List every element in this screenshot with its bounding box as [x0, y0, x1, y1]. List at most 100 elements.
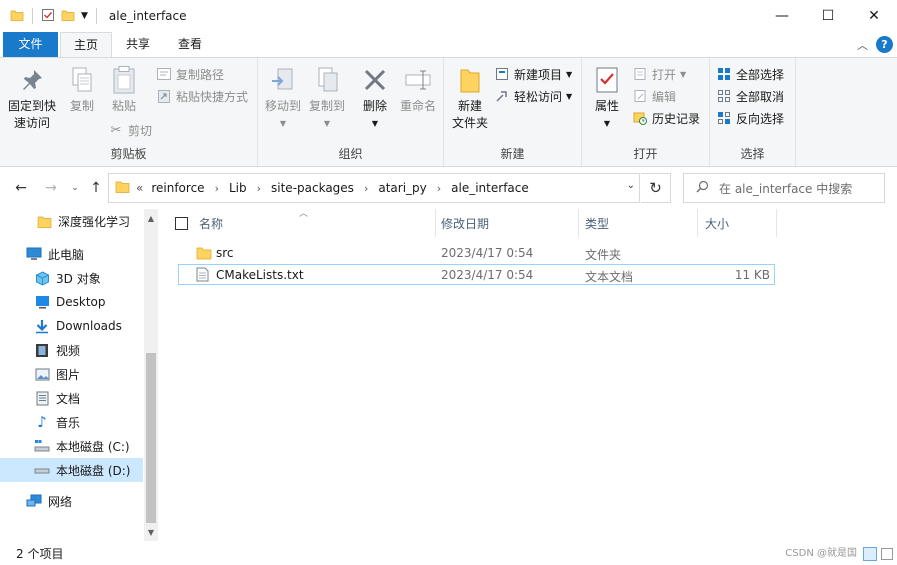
column-header-type[interactable]: 类型: [585, 209, 697, 237]
breadcrumb-separator-icon[interactable]: ›: [437, 182, 441, 195]
nav-item-pictures[interactable]: 图片: [0, 362, 143, 386]
nav-item-deep-rl-folder[interactable]: 深度强化学习: [0, 209, 143, 233]
nav-item-this-pc[interactable]: 此电脑: [0, 242, 143, 266]
collapse-ribbon-icon[interactable]: ︿: [857, 37, 868, 53]
breadcrumb-separator-icon[interactable]: ›: [257, 182, 261, 195]
nav-item-desktop[interactable]: Desktop: [0, 290, 143, 314]
breadcrumb-separator-icon[interactable]: ›: [215, 182, 219, 195]
recent-locations-chevron-icon[interactable]: ⌄: [64, 178, 86, 198]
back-arrow-icon[interactable]: ←: [10, 178, 32, 198]
nav-item-documents[interactable]: 文档: [0, 386, 143, 410]
quick-access-toolbar: ▼: [0, 8, 99, 25]
paste-button[interactable]: 粘贴: [104, 64, 144, 115]
select-none-button[interactable]: 全部取消: [716, 86, 784, 106]
navigation-pane: 深度强化学习 此电脑 3D 对象 Desktop Downloads 视频 图片…: [0, 209, 158, 541]
column-header-size[interactable]: 大小: [705, 209, 775, 237]
select-group: 全部选择 全部取消 反向选择 选择: [710, 58, 796, 166]
history-icon: [632, 110, 648, 126]
file-type: 文本文档: [585, 270, 634, 284]
new-group-label: 新建: [500, 147, 525, 161]
easy-access-button[interactable]: 轻松访问 ▼: [494, 86, 572, 106]
large-icons-view-icon[interactable]: [881, 548, 893, 560]
ribbon: 固定到快 速访问 复制 粘贴 复制路径 粘贴快捷方式 ✂ 剪切 剪贴板 移动到 …: [0, 57, 897, 167]
help-icon[interactable]: ?: [876, 36, 893, 53]
select-group-label: 选择: [740, 147, 765, 161]
forward-arrow-icon[interactable]: →: [40, 178, 62, 198]
history-button[interactable]: 历史记录: [632, 108, 700, 128]
search-input[interactable]: 在 ale_interface 中搜索: [683, 173, 885, 203]
new-folder-button[interactable]: 新建 文件夹: [448, 64, 492, 132]
properties-button[interactable]: 属性 ▼: [588, 64, 626, 132]
nav-item-downloads[interactable]: Downloads: [0, 314, 143, 338]
up-arrow-icon[interactable]: ↑: [85, 178, 107, 198]
minimize-button[interactable]: —: [759, 0, 805, 32]
network-icon: [26, 493, 42, 509]
copy-to-icon: [311, 64, 343, 96]
title-bar: ▼ ale_interface — ☐ ✕: [0, 0, 897, 32]
details-view-icon[interactable]: [863, 547, 877, 561]
breadcrumb-site-packages[interactable]: site-packages: [271, 181, 354, 195]
new-folder-qat-icon[interactable]: [61, 8, 75, 25]
desktop-icon: [34, 294, 50, 310]
scroll-down-arrow-icon[interactable]: ▼: [144, 525, 158, 539]
open-button[interactable]: 打开 ▼: [632, 64, 686, 84]
paste-shortcut-button[interactable]: 粘贴快捷方式: [156, 86, 248, 106]
clipboard-group-label: 剪贴板: [110, 147, 147, 161]
breadcrumb-atari-py[interactable]: atari_py: [378, 181, 426, 195]
new-item-button[interactable]: 新建项目 ▼: [494, 64, 572, 84]
delete-button[interactable]: 删除 ▼: [356, 64, 394, 132]
breadcrumb-overflow[interactable]: «: [136, 181, 143, 195]
maximize-button[interactable]: ☐: [805, 0, 851, 32]
nav-item-music[interactable]: ♪ 音乐: [0, 410, 143, 434]
column-header-name[interactable]: 名称: [199, 209, 435, 237]
breadcrumb-reinforce[interactable]: reinforce: [151, 181, 204, 195]
view-toggle[interactable]: [861, 545, 893, 563]
invert-selection-button[interactable]: 反向选择: [716, 108, 784, 128]
properties-qat-icon[interactable]: [41, 8, 55, 25]
column-header-modified[interactable]: 修改日期: [441, 209, 578, 237]
cut-button[interactable]: ✂ 剪切: [108, 120, 152, 140]
copy-button[interactable]: 复制: [62, 64, 102, 115]
nav-item-drive-c[interactable]: 本地磁盘 (C:): [0, 434, 143, 458]
nav-pane-scrollbar[interactable]: ▲ ▼: [144, 209, 158, 541]
tab-file[interactable]: 文件: [3, 32, 58, 57]
file-modified: 2023/4/17 0:54: [441, 268, 534, 282]
file-name: src: [216, 246, 234, 260]
file-type: 文件夹: [585, 248, 622, 262]
refresh-icon[interactable]: ↻: [641, 173, 671, 203]
copy-to-button[interactable]: 复制到 ▼: [306, 64, 348, 132]
scroll-up-arrow-icon[interactable]: ▲: [144, 211, 158, 225]
tab-home[interactable]: 主页: [60, 32, 112, 58]
nav-item-network[interactable]: 网络: [0, 489, 143, 513]
properties-icon: [591, 64, 623, 96]
copy-path-button[interactable]: 复制路径: [156, 64, 224, 84]
select-all-checkbox[interactable]: [175, 217, 188, 230]
rename-button[interactable]: 重命名: [396, 64, 440, 115]
file-row-cmakelists[interactable]: CMakeLists.txt 2023/4/17 0:54 文本文档 11 KB: [178, 264, 775, 285]
nav-item-videos[interactable]: 视频: [0, 338, 143, 362]
tab-view[interactable]: 查看: [166, 32, 214, 57]
status-bar: 2 个项目 CSDN @就是国: [0, 541, 897, 565]
edit-icon: [632, 88, 648, 104]
move-to-button[interactable]: 移动到 ▼: [262, 64, 304, 132]
pin-icon: [16, 64, 48, 96]
close-button[interactable]: ✕: [851, 0, 897, 32]
file-row-src[interactable]: src 2023/4/17 0:54 文件夹: [178, 243, 775, 264]
breadcrumb-lib[interactable]: Lib: [229, 181, 247, 195]
file-size: 11 KB: [734, 268, 770, 282]
video-icon: [34, 342, 50, 358]
tab-share[interactable]: 共享: [114, 32, 162, 57]
nav-item-3d-objects[interactable]: 3D 对象: [0, 266, 143, 290]
address-bar[interactable]: « reinforce › Lib › site-packages › atar…: [108, 173, 640, 203]
pin-quick-access-button[interactable]: 固定到快 速访问: [6, 64, 58, 132]
breadcrumb-ale-interface[interactable]: ale_interface: [451, 181, 529, 195]
address-dropdown-icon[interactable]: ⌄: [627, 180, 635, 191]
text-file-icon: [196, 267, 209, 285]
nav-item-drive-d[interactable]: 本地磁盘 (D:): [0, 458, 143, 482]
select-all-button[interactable]: 全部选择: [716, 64, 784, 84]
breadcrumb-separator-icon[interactable]: ›: [364, 182, 368, 195]
qat-dropdown-icon[interactable]: ▼: [81, 11, 88, 21]
edit-button[interactable]: 编辑: [632, 86, 676, 106]
file-modified: 2023/4/17 0:54: [441, 246, 534, 260]
scrollbar-thumb[interactable]: [146, 353, 156, 523]
